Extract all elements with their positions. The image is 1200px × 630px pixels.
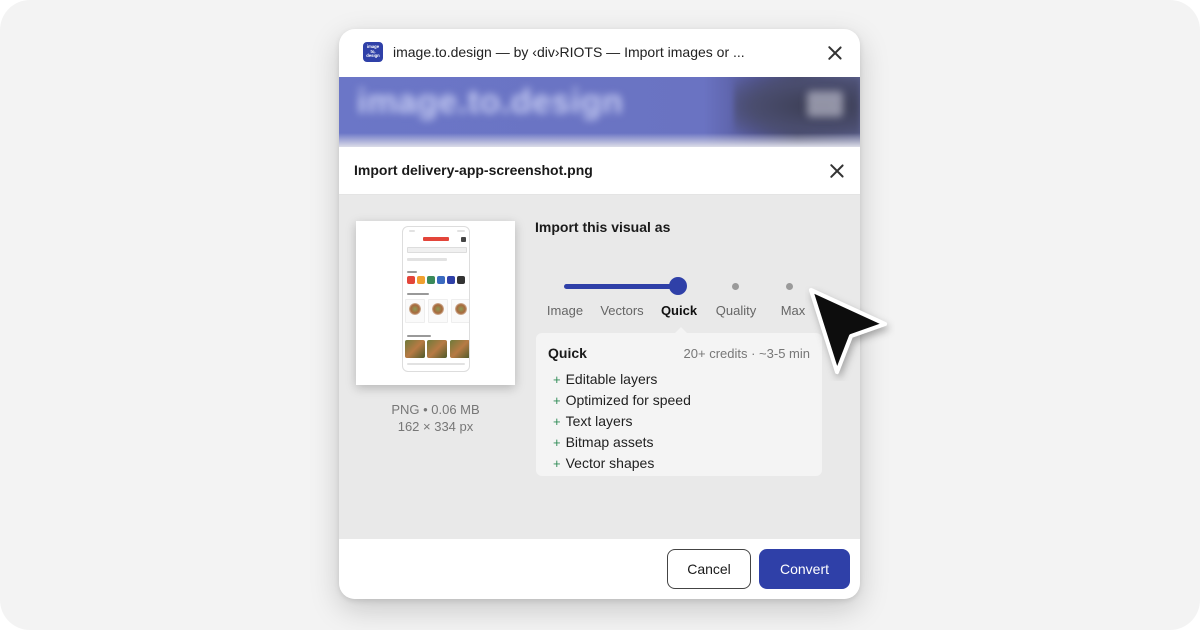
cursor-arrow-icon	[809, 288, 887, 374]
dialog-header: Import delivery-app-screenshot.png	[339, 147, 860, 195]
feature-list: + Editable layers + Optimized for speed + T…	[553, 369, 691, 474]
window-titlebar: image to. design image.to.design — by ‹d…	[339, 29, 860, 77]
dialog-body: PNG • 0.06 MB 162 × 334 px Import this v…	[339, 195, 860, 539]
option-quick[interactable]: Quick	[661, 303, 697, 318]
slider-stop-quality[interactable]	[732, 283, 739, 290]
option-vectors[interactable]: Vectors	[600, 303, 643, 318]
list-item: + Bitmap assets	[553, 432, 691, 453]
dialog-title: Import delivery-app-screenshot.png	[354, 162, 593, 178]
plus-icon: +	[553, 456, 561, 471]
info-option-name: Quick	[548, 345, 587, 361]
option-quality[interactable]: Quality	[716, 303, 756, 318]
list-item: + Optimized for speed	[553, 390, 691, 411]
plus-icon: +	[553, 393, 561, 408]
list-item: + Vector shapes	[553, 453, 691, 474]
file-format-size: PNG • 0.06 MB	[391, 402, 480, 417]
window-close-icon[interactable]	[825, 43, 845, 63]
feature-label: Text layers	[565, 413, 633, 429]
logo-line-3: design	[366, 53, 380, 59]
plugin-banner: image.to.design	[339, 77, 860, 147]
window-title: image.to.design — by ‹div›RIOTS — Import…	[393, 44, 745, 60]
quality-slider-track[interactable]	[564, 284, 681, 289]
dialog-footer: Cancel Convert	[339, 539, 860, 599]
banner-decoration	[807, 91, 843, 117]
slider-stop-max[interactable]	[786, 283, 793, 290]
banner-fade	[339, 133, 860, 147]
file-dimensions: 162 × 334 px	[397, 419, 474, 434]
cancel-button[interactable]: Cancel	[667, 549, 751, 589]
plus-icon: +	[553, 435, 561, 450]
import-section-title: Import this visual as	[535, 219, 671, 235]
app-logo-icon: image to. design	[363, 42, 383, 62]
banner-title: image.to.design	[357, 83, 624, 121]
plus-icon: +	[553, 372, 561, 387]
file-info: PNG • 0.06 MB 162 × 334 px	[356, 401, 515, 435]
convert-button[interactable]: Convert	[759, 549, 850, 589]
option-max[interactable]: Max	[781, 303, 806, 318]
plus-icon: +	[553, 414, 561, 429]
list-item: + Text layers	[553, 411, 691, 432]
option-info-card: Quick 20+ credits · ~3-5 min + Editable l…	[536, 333, 822, 476]
plugin-window: image to. design image.to.design — by ‹d…	[339, 29, 860, 599]
feature-label: Vector shapes	[565, 455, 655, 471]
dialog-close-icon[interactable]	[827, 161, 847, 181]
feature-label: Editable layers	[565, 371, 658, 387]
image-preview	[356, 221, 515, 385]
feature-label: Optimized for speed	[565, 392, 691, 408]
quality-slider-knob[interactable]	[669, 277, 687, 295]
preview-phone-screenshot	[402, 226, 470, 372]
info-credit-cost: 20+ credits · ~3-5 min	[683, 346, 810, 361]
option-image[interactable]: Image	[547, 303, 583, 318]
feature-label: Bitmap assets	[565, 434, 654, 450]
list-item: + Editable layers	[553, 369, 691, 390]
